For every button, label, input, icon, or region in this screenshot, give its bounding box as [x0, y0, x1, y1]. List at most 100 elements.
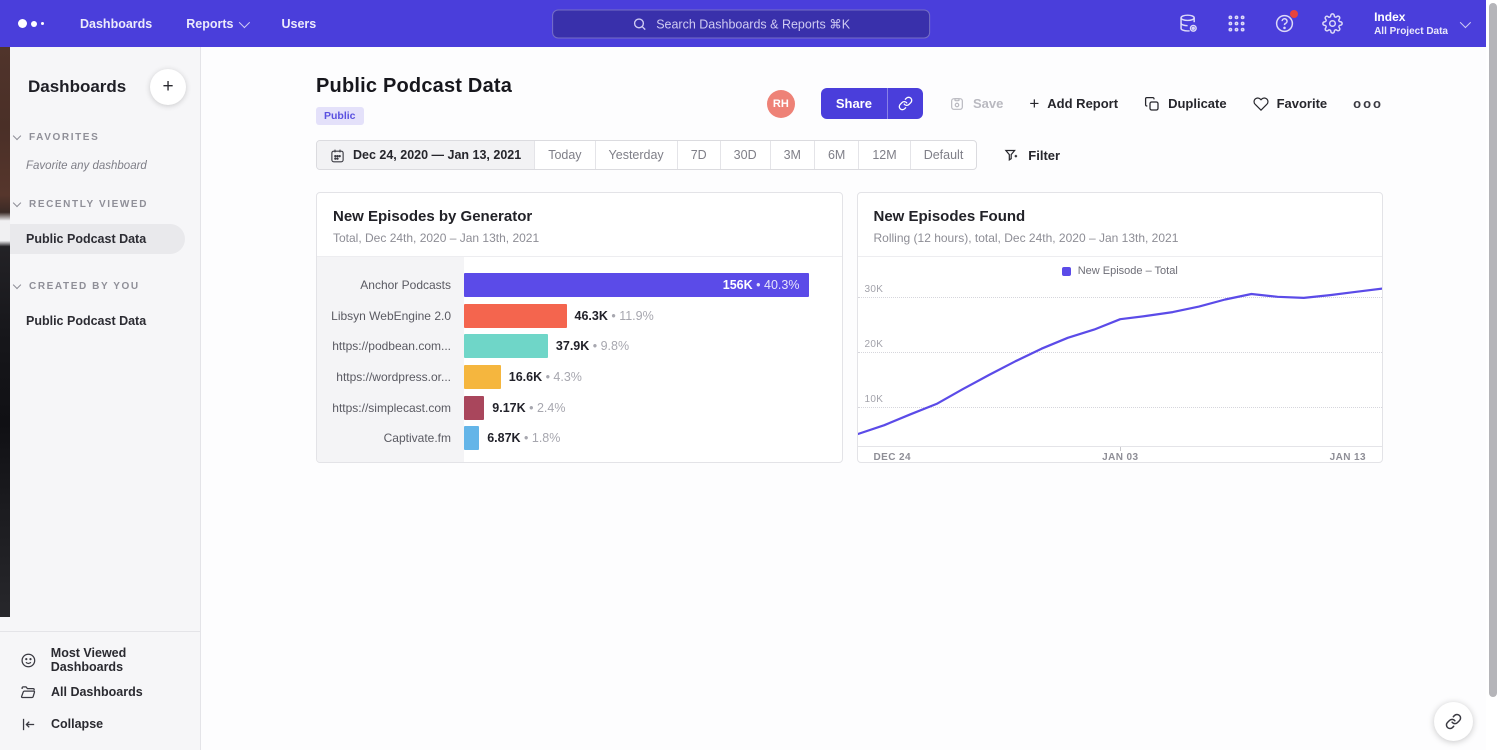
bar[interactable]: 156K • 40.3% [464, 273, 809, 297]
sidebar-item-public-podcast-data[interactable]: Public Podcast Data [0, 224, 185, 254]
section-favorites-header[interactable]: FAVORITES [0, 132, 200, 143]
bar-row[interactable]: Captivate.fm 6.87K • 1.8% [317, 423, 842, 454]
copy-page-link-button[interactable] [1434, 702, 1473, 741]
bar-value: 46.3K • 11.9% [575, 309, 654, 323]
add-report-button[interactable]: + Add Report [1029, 94, 1118, 114]
section-created-by-you-header[interactable]: CREATED BY YOU [0, 281, 200, 292]
line-series [858, 282, 1383, 446]
legend-label: New Episode – Total [1078, 265, 1178, 277]
line-chart[interactable]: 10K 20K 30K [858, 282, 1383, 446]
avatar[interactable]: RH [767, 90, 795, 118]
all-dashboards-button[interactable]: All Dashboards [0, 676, 200, 708]
nav-users[interactable]: Users [281, 17, 316, 31]
amplitude-logo[interactable] [18, 19, 44, 28]
save-button[interactable]: Save [949, 96, 1003, 112]
settings-icon[interactable] [1322, 13, 1343, 34]
apps-grid-icon[interactable] [1226, 13, 1247, 34]
sidebar-item-public-podcast-data[interactable]: Public Podcast Data [0, 306, 200, 336]
chart-title: New Episodes by Generator [333, 208, 826, 225]
bar-value: 6.87K • 1.8% [487, 431, 560, 445]
preset-default[interactable]: Default [911, 141, 977, 169]
chart-legend[interactable]: New Episode – Total [858, 257, 1383, 282]
search-input[interactable]: Search Dashboards & Reports ⌘K [552, 9, 930, 38]
nav-reports[interactable]: Reports [186, 17, 247, 31]
link-icon [1445, 713, 1462, 730]
scrollbar-track[interactable] [1486, 0, 1500, 750]
sidebar-footer: Most Viewed Dashboards All Dashboards Co… [0, 631, 200, 750]
bar[interactable] [464, 396, 484, 420]
main-content: Public Podcast Data Public RH Share [201, 47, 1486, 750]
x-axis: DEC 24 JAN 03 JAN 13 [858, 446, 1383, 463]
bar-row[interactable]: Libsyn WebEngine 2.0 46.3K • 11.9% [317, 301, 842, 332]
new-dashboard-button[interactable]: + [150, 69, 186, 105]
date-range-picker[interactable]: Dec 24, 2020 — Jan 13, 2021 [317, 141, 535, 169]
chevron-down-icon [13, 132, 21, 140]
bar-row[interactable]: https://wordpress.or... 16.6K • 4.3% [317, 362, 842, 393]
bar-row[interactable]: https://simplecast.com 9.17K • 2.4% [317, 392, 842, 423]
folder-icon [20, 684, 37, 701]
chevron-down-icon [239, 16, 250, 27]
save-icon [949, 96, 965, 112]
project-subtitle: All Project Data [1374, 26, 1448, 37]
section-recently-viewed-header[interactable]: RECENTLY VIEWED [0, 199, 200, 210]
bar-row[interactable]: Anchor Podcasts 156K • 40.3% [317, 270, 842, 301]
filter-icon [1004, 148, 1019, 163]
preset-6m[interactable]: 6M [815, 141, 859, 169]
favorite-button[interactable]: Favorite [1253, 96, 1328, 112]
more-options-button[interactable]: ooo [1353, 96, 1383, 111]
date-range-control: Dec 24, 2020 — Jan 13, 2021 Today Yester… [316, 140, 977, 170]
search-icon [632, 16, 647, 31]
card-new-episodes-by-generator[interactable]: New Episodes by Generator Total, Dec 24t… [316, 192, 843, 463]
sidebar: Dashboards + FAVORITES Favorite any dash… [0, 47, 201, 750]
duplicate-button[interactable]: Duplicate [1144, 96, 1227, 112]
share-button-group: Share [821, 88, 923, 119]
preset-30d[interactable]: 30D [721, 141, 771, 169]
date-toolbar: Dec 24, 2020 — Jan 13, 2021 Today Yester… [201, 125, 1486, 170]
most-viewed-dashboards-button[interactable]: Most Viewed Dashboards [0, 644, 200, 676]
bar-chart: Anchor Podcasts 156K • 40.3% Libsyn WebE… [317, 257, 842, 463]
date-range-value: Dec 24, 2020 — Jan 13, 2021 [353, 148, 521, 162]
notification-badge [1290, 10, 1298, 18]
bar[interactable] [464, 304, 567, 328]
preset-12m[interactable]: 12M [859, 141, 910, 169]
chart-subtitle: Rolling (12 hours), total, Dec 24th, 202… [874, 231, 1367, 245]
legend-swatch [1062, 267, 1071, 276]
plus-icon: + [1029, 94, 1039, 114]
help-icon[interactable] [1274, 13, 1295, 34]
collapse-sidebar-button[interactable]: Collapse [0, 708, 200, 740]
chevron-down-icon [13, 281, 21, 289]
bar-row[interactable]: https://podbean.com... 37.9K • 9.8% [317, 331, 842, 362]
scrollbar-thumb[interactable] [1489, 3, 1497, 697]
card-new-episodes-found[interactable]: New Episodes Found Rolling (12 hours), t… [857, 192, 1384, 463]
preset-yesterday[interactable]: Yesterday [596, 141, 678, 169]
bar-value: 16.6K • 4.3% [509, 370, 582, 384]
filter-button[interactable]: Filter [1004, 148, 1060, 163]
nav-dashboards[interactable]: Dashboards [80, 17, 152, 31]
bar[interactable] [464, 426, 479, 450]
chart-title: New Episodes Found [874, 208, 1367, 225]
section-created-by-you: CREATED BY YOU Public Podcast Data [0, 281, 200, 336]
preset-3m[interactable]: 3M [771, 141, 815, 169]
collapse-icon [20, 716, 37, 733]
favorites-empty-text: Favorite any dashboard [0, 160, 200, 172]
bar[interactable] [464, 334, 548, 358]
section-favorites: FAVORITES Favorite any dashboard [0, 132, 200, 172]
data-sources-icon[interactable] [1178, 13, 1199, 34]
bar[interactable] [464, 365, 501, 389]
section-recently-viewed: RECENTLY VIEWED Public Podcast Data [0, 199, 200, 254]
heart-icon [1253, 96, 1269, 112]
bar-value: 37.9K • 9.8% [556, 339, 629, 353]
calendar-icon [330, 148, 345, 163]
project-switcher[interactable]: Index All Project Data [1374, 10, 1468, 37]
bar-value: 9.17K • 2.4% [492, 401, 565, 415]
project-name: Index [1374, 10, 1448, 24]
link-icon [898, 96, 913, 111]
smiley-icon [20, 652, 37, 669]
sidebar-title: Dashboards [28, 77, 126, 97]
top-nav: Dashboards Reports Users Search Dashboar… [0, 0, 1486, 47]
copy-icon [1144, 96, 1160, 112]
preset-7d[interactable]: 7D [678, 141, 721, 169]
preset-today[interactable]: Today [535, 141, 595, 169]
copy-link-button[interactable] [887, 88, 923, 119]
share-button[interactable]: Share [821, 88, 887, 119]
